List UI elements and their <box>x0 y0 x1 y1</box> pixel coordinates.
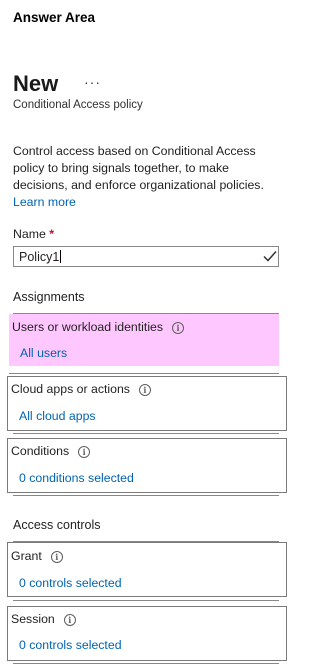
cloud-apps-value-link[interactable]: All cloud apps <box>19 409 96 423</box>
name-label-text: Name <box>13 227 46 241</box>
grant-label: Grant i <box>11 549 63 563</box>
grant-value-link[interactable]: 0 controls selected <box>19 576 122 590</box>
text-caret <box>60 250 62 263</box>
conditions-divider <box>13 495 279 496</box>
info-icon[interactable]: i <box>172 322 185 334</box>
cloud-apps-actions-item[interactable]: Cloud apps or actions i All cloud apps <box>7 376 287 431</box>
grant-divider <box>13 600 279 601</box>
page-title: New <box>13 71 59 96</box>
session-label-text: Session <box>11 612 55 626</box>
page-subtitle: Conditional Access policy <box>13 99 143 111</box>
name-input[interactable]: Policy1 <box>13 246 279 267</box>
more-options-icon[interactable]: ··· <box>84 74 101 90</box>
learn-more-link[interactable]: Learn more <box>13 195 76 209</box>
session-item[interactable]: Session i 0 controls selected <box>7 606 287 661</box>
checkmark-icon <box>263 251 277 262</box>
conditions-label: Conditions i <box>11 444 91 458</box>
cloud-apps-divider <box>13 433 279 434</box>
policy-description: Control access based on Conditional Acce… <box>13 143 285 211</box>
users-label-text: Users or workload identities <box>12 320 164 334</box>
users-value-link[interactable]: All users <box>20 346 67 360</box>
answer-area-heading: Answer Area <box>13 10 96 25</box>
info-icon[interactable]: i <box>63 614 76 626</box>
access-controls-header: Access controls <box>13 518 101 532</box>
conditions-item[interactable]: Conditions i 0 conditions selected <box>7 438 287 493</box>
conditions-value-link[interactable]: 0 conditions selected <box>19 471 134 485</box>
name-input-value: Policy1 <box>19 250 60 264</box>
info-icon[interactable]: i <box>50 551 63 563</box>
session-label: Session i <box>11 612 76 626</box>
required-asterisk: * <box>49 227 55 241</box>
session-divider <box>13 663 279 664</box>
info-icon[interactable]: i <box>138 384 151 396</box>
users-divider <box>9 373 279 374</box>
grant-label-text: Grant <box>11 549 42 563</box>
name-field-label: Name * <box>13 227 54 241</box>
grant-item[interactable]: Grant i 0 controls selected <box>7 542 287 597</box>
info-icon[interactable]: i <box>78 446 91 458</box>
description-text: Control access based on Conditional Acce… <box>13 144 264 192</box>
cloud-apps-label: Cloud apps or actions i <box>11 382 151 396</box>
assignments-header: Assignments <box>13 290 85 304</box>
users-workload-identities-item[interactable]: Users or workload identities i All users <box>9 314 279 366</box>
conditions-label-text: Conditions <box>11 444 70 458</box>
users-label: Users or workload identities i <box>12 320 185 334</box>
cloud-apps-label-text: Cloud apps or actions <box>11 382 130 396</box>
session-value-link[interactable]: 0 controls selected <box>19 638 122 652</box>
